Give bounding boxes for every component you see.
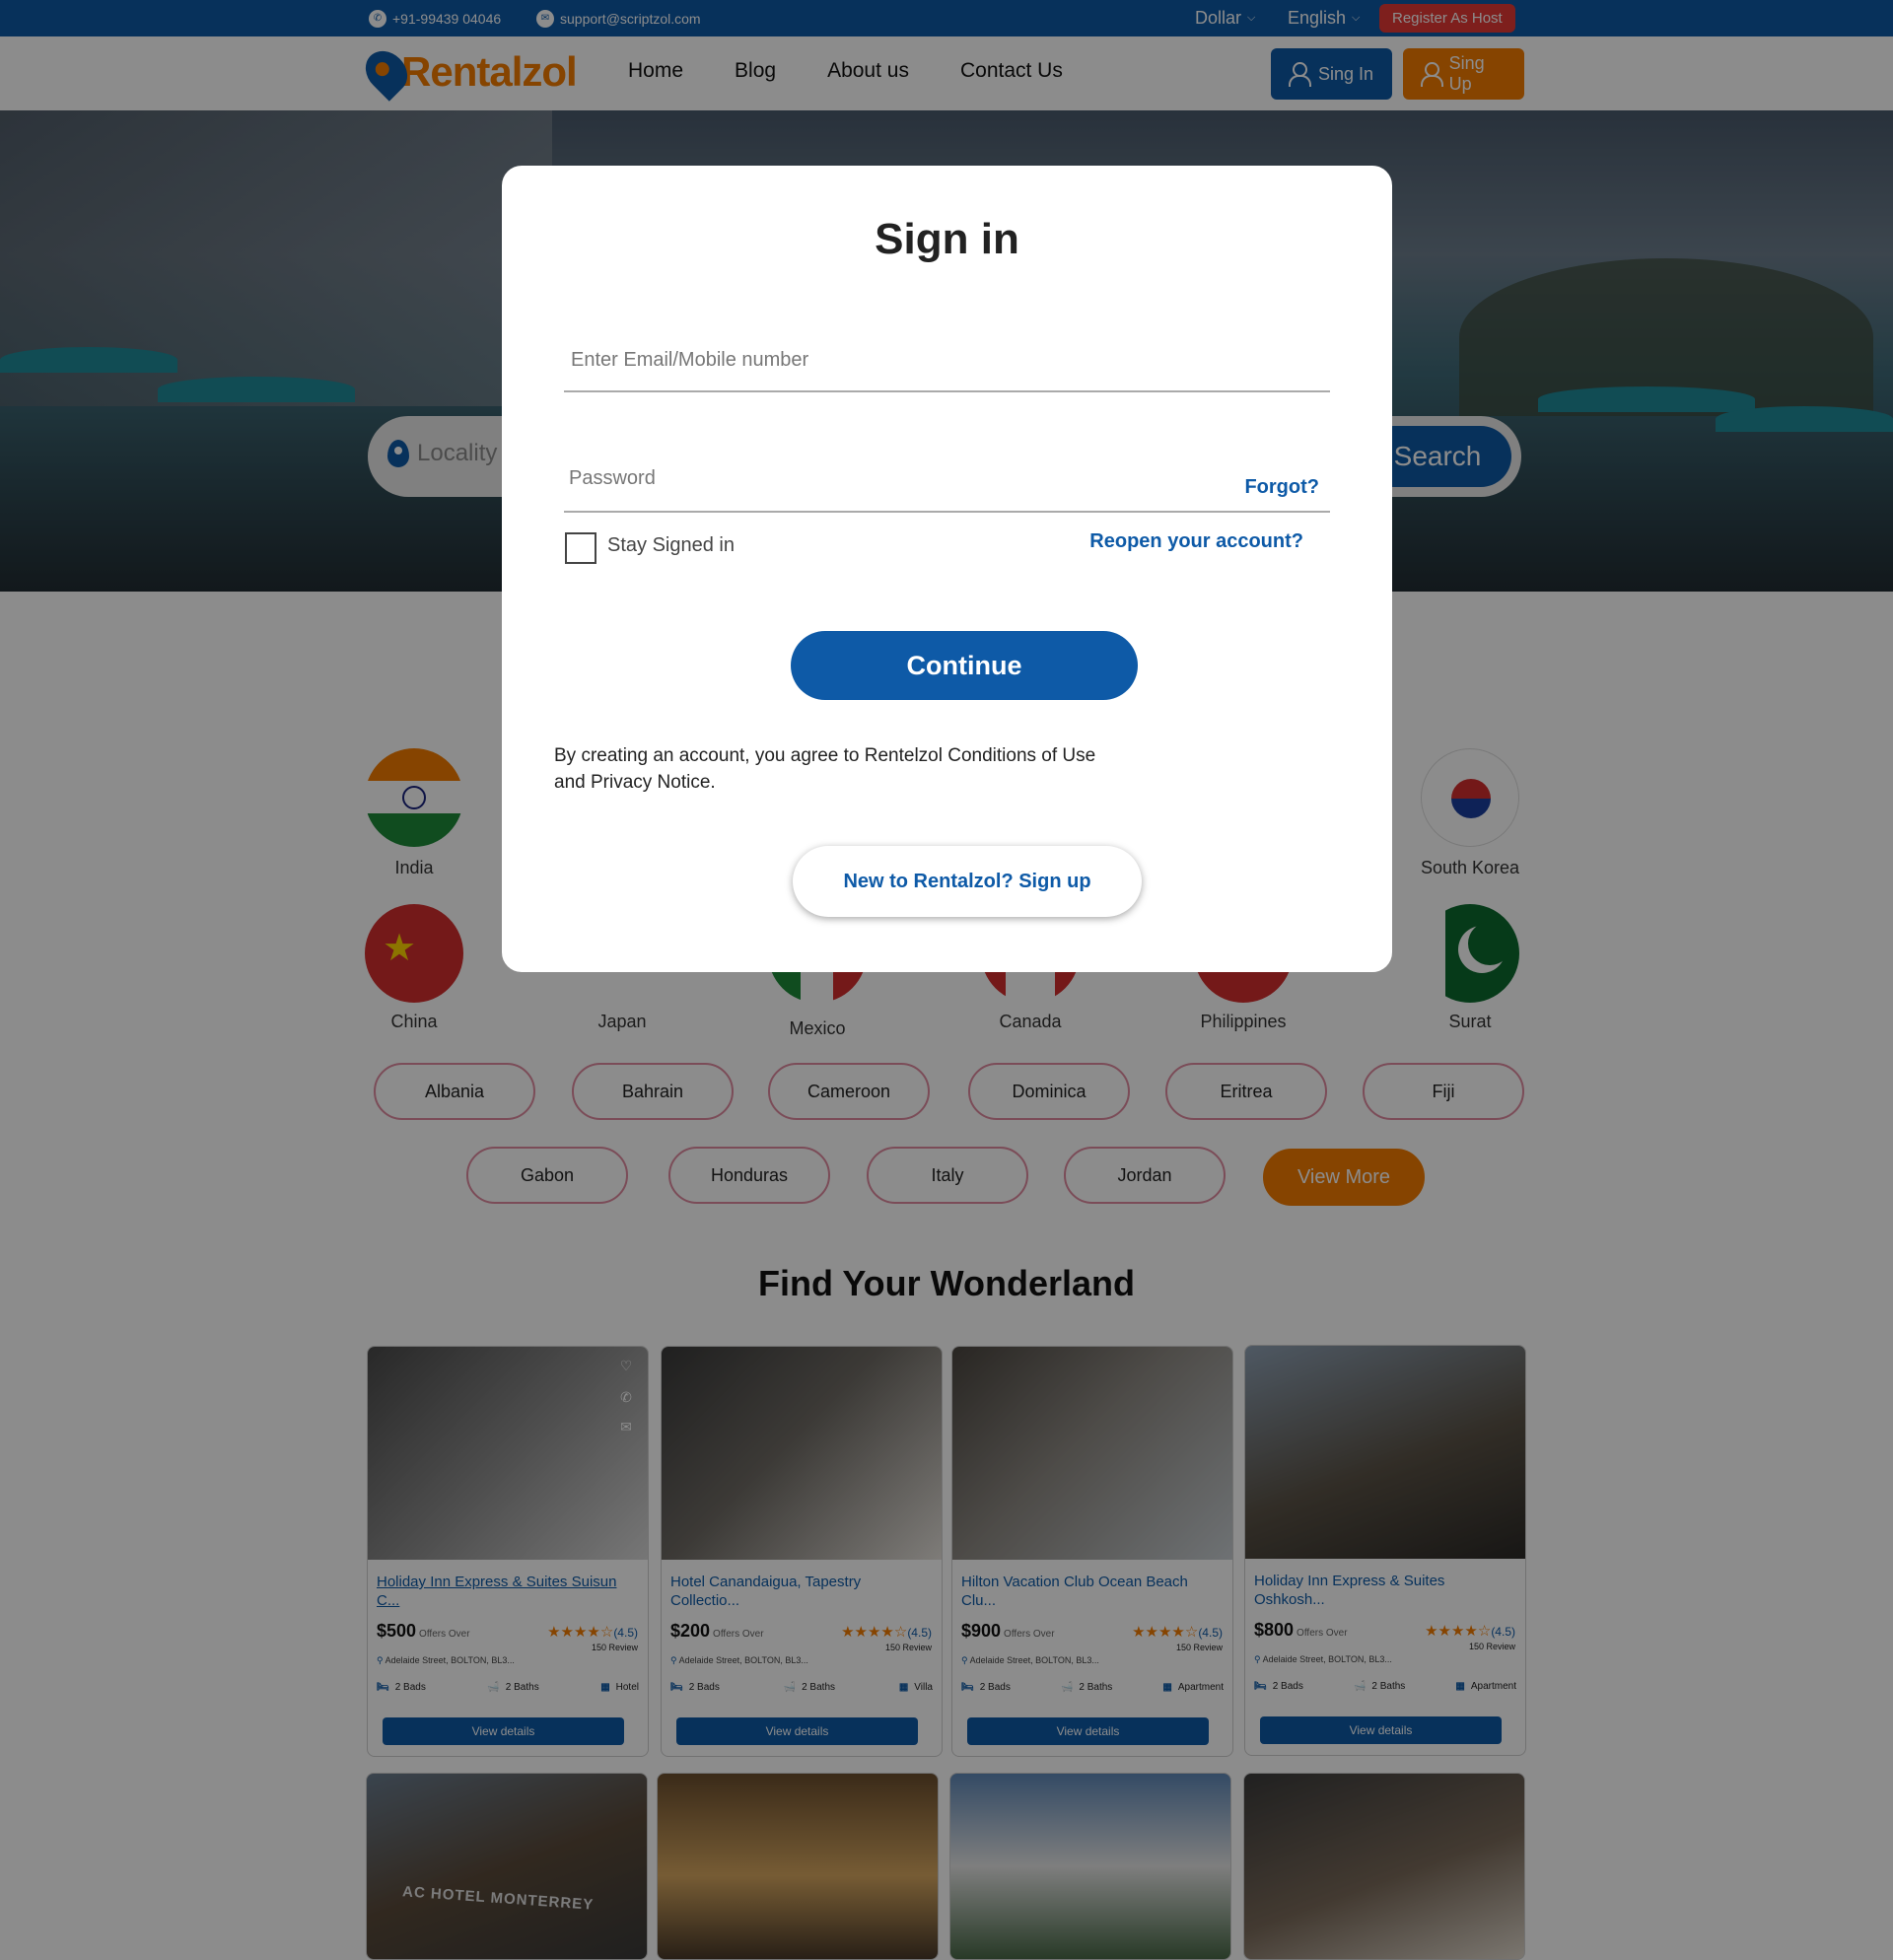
email-placeholder: Enter Email/Mobile number <box>571 349 809 371</box>
email-field[interactable]: Enter Email/Mobile number <box>564 349 1330 392</box>
continue-button[interactable]: Continue <box>791 631 1138 700</box>
password-field[interactable]: Password <box>564 467 1330 513</box>
modal-title: Sign in <box>875 215 1019 263</box>
password-placeholder: Password <box>569 467 656 489</box>
sign-up-link-button[interactable]: New to Rentalzol? Sign up <box>793 846 1142 917</box>
stay-signed-label: Stay Signed in <box>607 534 735 556</box>
reopen-account-link[interactable]: Reopen your account? <box>1089 530 1303 553</box>
forgot-password-link[interactable]: Forgot? <box>1244 476 1319 499</box>
terms-text: By creating an account, you agree to Ren… <box>554 745 1096 793</box>
stay-signed-checkbox[interactable] <box>565 532 596 564</box>
sign-in-modal: Sign in Enter Email/Mobile number Passwo… <box>502 166 1392 972</box>
